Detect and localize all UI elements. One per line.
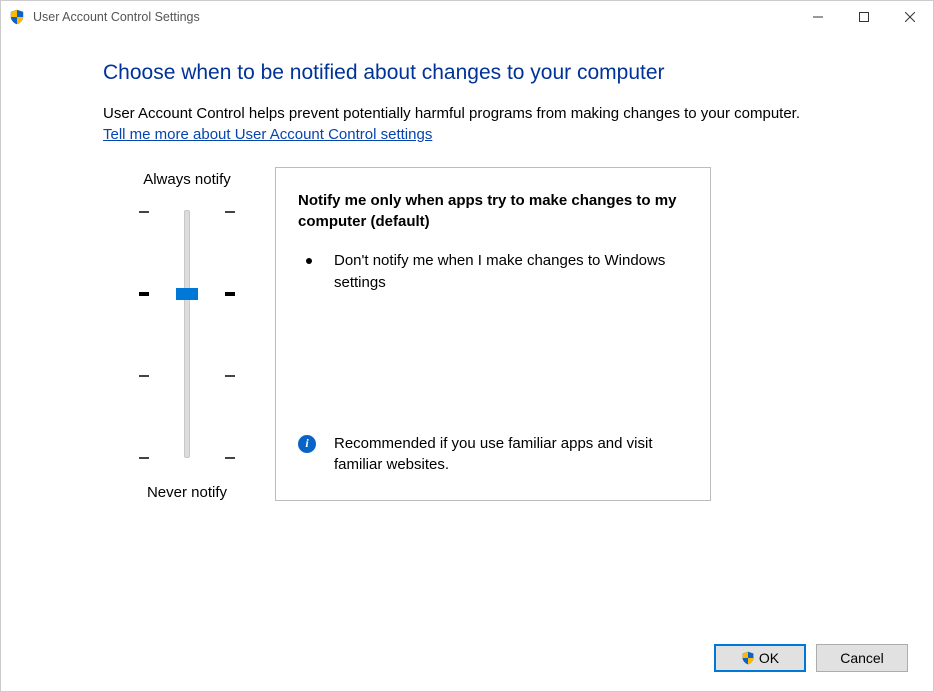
titlebar: User Account Control Settings — [1, 1, 933, 33]
page-heading: Choose when to be notified about changes… — [103, 61, 873, 85]
recommendation-row: i Recommended if you use familiar apps a… — [298, 433, 686, 477]
window-title: User Account Control Settings — [33, 10, 795, 24]
close-button[interactable] — [887, 1, 933, 33]
details-title: Notify me only when apps try to make cha… — [298, 190, 686, 232]
ok-button[interactable]: OK — [714, 644, 806, 672]
slider-top-label: Always notify — [103, 171, 271, 188]
notification-level-slider[interactable] — [139, 194, 235, 474]
details-bullet-text: Don't notify me when I make changes to W… — [334, 250, 686, 294]
info-icon: i — [298, 435, 316, 453]
details-bullet-row: Don't notify me when I make changes to W… — [298, 250, 686, 294]
cancel-button-label: Cancel — [840, 650, 884, 666]
dialog-buttons: OK Cancel — [714, 644, 908, 672]
slider-thumb[interactable] — [176, 288, 198, 300]
intro-text: User Account Control helps prevent poten… — [103, 103, 873, 124]
learn-more-link[interactable]: Tell me more about User Account Control … — [103, 126, 432, 143]
bullet-icon — [306, 258, 312, 264]
ok-button-label: OK — [759, 650, 779, 666]
cancel-button[interactable]: Cancel — [816, 644, 908, 672]
uac-shield-icon — [741, 651, 755, 665]
details-panel: Notify me only when apps try to make cha… — [275, 167, 711, 501]
maximize-button[interactable] — [841, 1, 887, 33]
window-controls — [795, 1, 933, 33]
slider-bottom-label: Never notify — [103, 484, 271, 501]
recommendation-text: Recommended if you use familiar apps and… — [334, 433, 686, 477]
uac-shield-icon — [9, 9, 25, 25]
slider-track — [184, 210, 190, 458]
minimize-button[interactable] — [795, 1, 841, 33]
